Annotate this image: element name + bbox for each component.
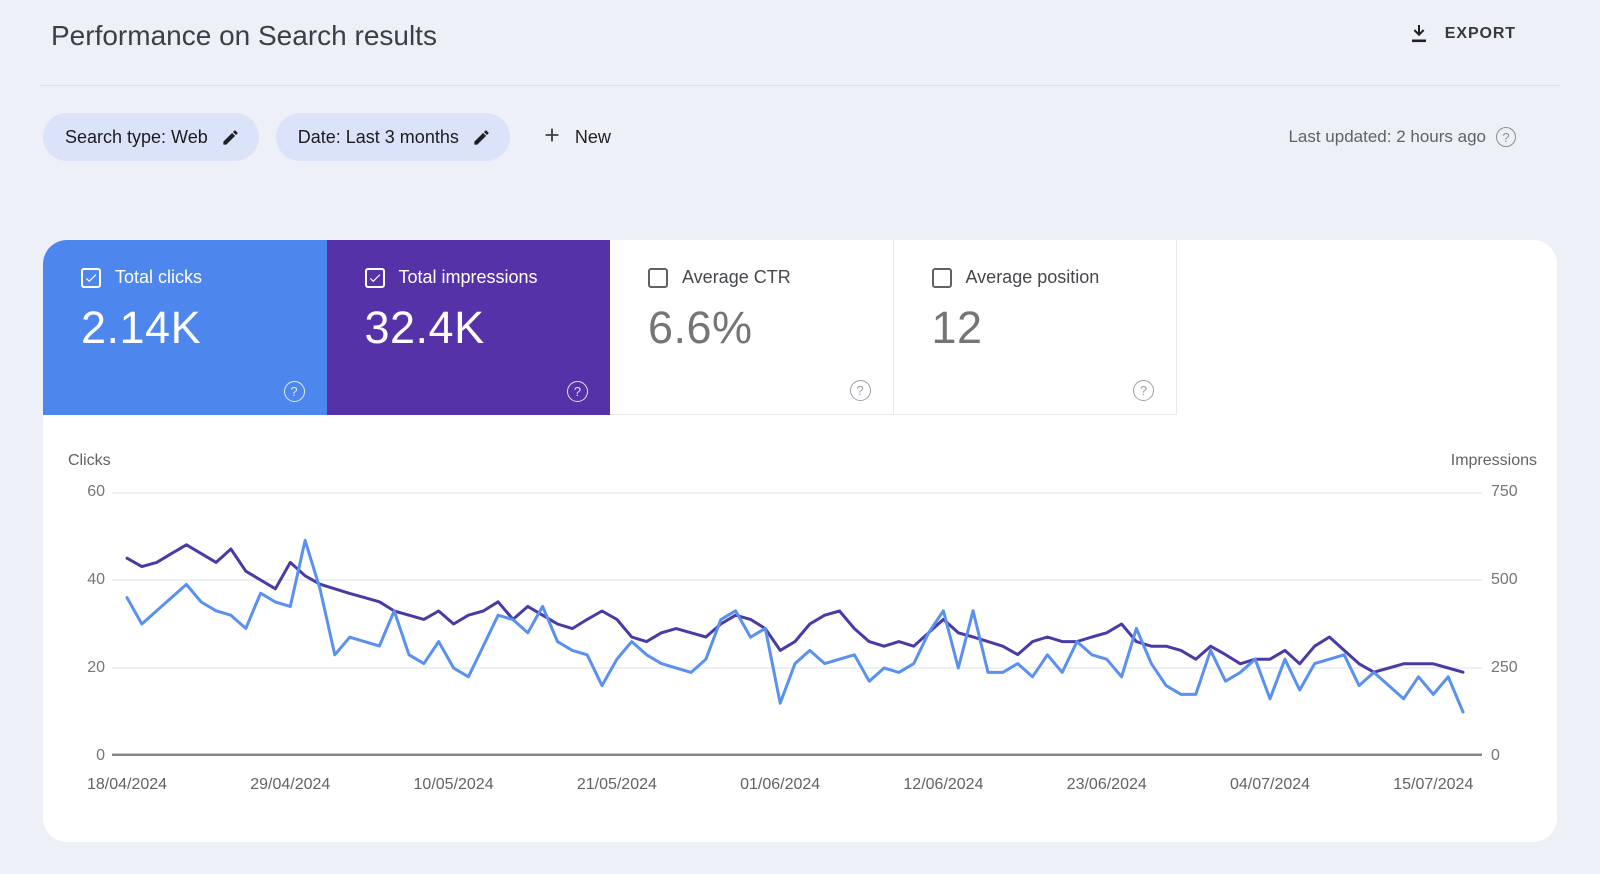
- pencil-icon: [472, 128, 491, 147]
- x-axis-tick-label: 23/06/2024: [1066, 776, 1147, 793]
- right-axis-ticks: 750 500 250 0: [1491, 483, 1561, 764]
- right-axis-title: Impressions: [1450, 452, 1537, 469]
- chart-plot-area: [112, 492, 1482, 756]
- metric-label: Total clicks: [115, 267, 203, 287]
- axis-tick-label: 250: [1491, 659, 1518, 676]
- metric-label: Total impressions: [398, 267, 538, 287]
- question-circle-icon[interactable]: ?: [283, 381, 305, 402]
- search-type-chip[interactable]: Search type: Web: [43, 113, 259, 161]
- question-circle-icon[interactable]: ?: [849, 380, 871, 401]
- question-circle-icon[interactable]: ?: [567, 381, 588, 402]
- metric-tile-total-impressions[interactable]: Total impressions 32.4K ?: [326, 240, 610, 415]
- date-range-chip[interactable]: Date: Last 3 months: [275, 113, 510, 161]
- last-updated-text: Last updated: 2 hours ago: [1288, 127, 1486, 146]
- metric-tile-average-position[interactable]: Average position 12 ?: [893, 240, 1177, 415]
- checkbox-checked-icon[interactable]: [364, 267, 385, 288]
- clicks-line: [125, 538, 1465, 714]
- x-axis-tick-label: 29/04/2024: [250, 776, 331, 793]
- search-type-chip-label: Search type: Web: [65, 126, 208, 147]
- metric-tile-total-clicks[interactable]: Total clicks 2.14K ?: [43, 240, 327, 415]
- axis-tick-label: 60: [87, 483, 105, 500]
- metric-value: 6.6%: [648, 302, 753, 353]
- header-divider: [40, 85, 1560, 86]
- new-filter-label: New: [574, 126, 611, 147]
- checkbox-unchecked-icon[interactable]: [648, 267, 668, 288]
- metric-value: 32.4K: [364, 302, 485, 353]
- export-label: EXPORT: [1444, 25, 1516, 42]
- metric-tile-average-ctr[interactable]: Average CTR 6.6% ?: [610, 240, 894, 415]
- metric-value: 2.14K: [81, 302, 202, 353]
- export-button[interactable]: EXPORT: [1407, 22, 1516, 46]
- page-title: Performance on Search results: [51, 20, 437, 51]
- x-axis-tick-label: 12/06/2024: [903, 776, 984, 793]
- axis-tick-label: 0: [1491, 747, 1500, 764]
- last-updated: Last updated: 2 hours ago ?: [1288, 113, 1516, 161]
- metric-label: Average position: [965, 267, 1100, 287]
- impressions-line: [125, 543, 1465, 674]
- axis-tick-label: 500: [1491, 571, 1518, 588]
- pencil-icon: [221, 128, 240, 147]
- question-circle-icon[interactable]: ?: [1496, 127, 1516, 147]
- performance-chart[interactable]: [112, 492, 1482, 756]
- axis-tick-label: 0: [96, 747, 105, 764]
- x-axis-tick-label: 01/06/2024: [740, 776, 821, 793]
- axis-tick-label: 40: [87, 571, 105, 588]
- x-axis-tick-label: 18/04/2024: [86, 776, 168, 793]
- new-filter-button[interactable]: New: [541, 124, 611, 151]
- metric-label: Average CTR: [682, 267, 791, 287]
- axis-tick-label: 20: [87, 659, 105, 676]
- metric-tiles: Total clicks 2.14K ? Total impressions 3…: [43, 240, 1177, 415]
- download-icon: [1407, 22, 1431, 46]
- metric-value: 12: [931, 302, 983, 353]
- performance-card: Total clicks 2.14K ? Total impressions 3…: [43, 240, 1557, 842]
- x-axis-tick-label: 04/07/2024: [1229, 776, 1311, 793]
- x-axis-tick-label: 21/05/2024: [576, 776, 657, 793]
- checkbox-unchecked-icon[interactable]: [931, 267, 952, 288]
- x-axis-tick-label: 15/07/2024: [1393, 776, 1474, 793]
- date-range-chip-label: Date: Last 3 months: [297, 126, 459, 147]
- checkbox-checked-icon[interactable]: [81, 267, 101, 288]
- axis-tick-label: 750: [1491, 483, 1518, 500]
- filter-chips-row: Search type: Web Date: Last 3 months New: [43, 113, 611, 161]
- x-axis-labels: 18/04/2024 29/04/2024 10/05/2024 21/05/2024…: [87, 776, 1482, 798]
- left-axis-ticks: 60 40 20 0: [43, 483, 105, 764]
- plus-icon: [541, 124, 563, 151]
- x-axis-tick-label: 10/05/2024: [413, 776, 494, 793]
- question-circle-icon[interactable]: ?: [1133, 380, 1154, 401]
- left-axis-title: Clicks: [68, 452, 111, 469]
